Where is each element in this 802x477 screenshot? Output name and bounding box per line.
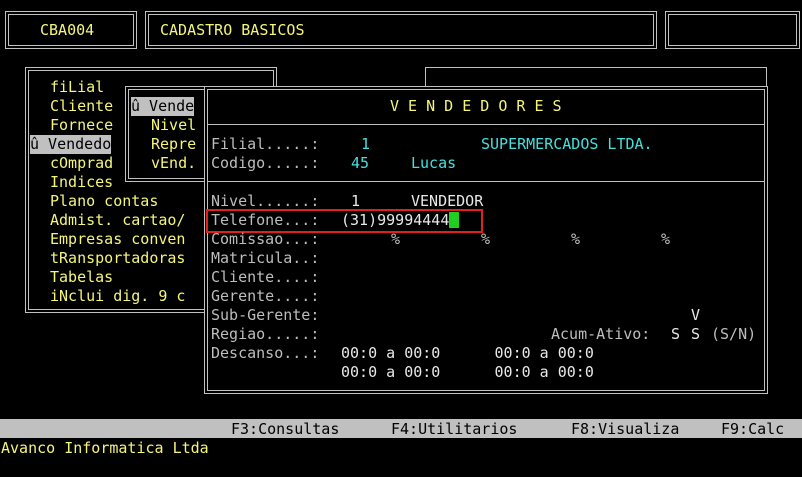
gerente-label: Gerente....: [211,287,320,305]
submenu-item-nivel[interactable]: Nivel [151,116,196,135]
menu-item-fornecedor[interactable]: Fornece [50,116,113,135]
window-divider-1 [207,124,764,125]
f4-utilitarios-key[interactable]: F4:Utilitarios [391,420,517,439]
acum-ativo-hint: (S/N) [711,325,757,343]
menu-item-vendedor[interactable]: û Vendedo [30,135,112,154]
menu-item-admist-cartao[interactable]: Admist. cartao/ [50,211,185,230]
descanso-row-1[interactable]: 00:0 a 00:0 00:0 a 00:0 [341,344,594,363]
f8-visualiza-key[interactable]: F8:Visualiza [571,420,679,439]
acum-ativo-value-2[interactable]: S [691,325,700,344]
filial-label: Filial.....: [211,135,320,153]
cliente-label: Cliente....: [211,268,320,286]
right-background-frame [425,67,767,88]
subgerente-flag[interactable]: V [691,306,700,325]
comissao-label: Comissao...: [211,230,320,248]
submenu-item-vend[interactable]: vEnd. [151,154,196,173]
submenu-item-representante[interactable]: Repre [151,135,196,154]
menu-item-plano-contas[interactable]: Plano contas [50,192,158,211]
menu-item-indices[interactable]: Indices [50,173,113,192]
subgerente-label: Sub-Gerente: [211,306,320,324]
codigo-name: Lucas [411,154,457,172]
f3-consultas-key[interactable]: F3:Consultas [231,420,339,439]
menu-item-comprador[interactable]: cOmprad [50,154,113,173]
menu-item-inclui-dig[interactable]: iNclui dig. 9 c [50,287,185,306]
descanso-label: Descanso...: [211,344,320,362]
comissao-pct-4[interactable]: % [661,230,670,249]
company-name: Avanco Informatica Ltda [1,439,209,457]
window-title: V E N D E D O R E S [390,97,562,115]
matricula-label: Matricula..: [211,249,320,267]
submenu-item-vendedor[interactable]: û Vende [131,97,195,116]
filial-value: 1 [361,135,371,153]
codigo-value: 45 [351,154,370,172]
menu-item-cliente[interactable]: Cliente [50,97,113,116]
menu-item-tabelas[interactable]: Tabelas [50,268,113,287]
filial-name: SUPERMERCADOS LTDA. [481,135,653,153]
window-divider-2 [207,181,764,182]
header-empty-box [665,11,800,49]
menu-item-filial[interactable]: fiLial [50,78,104,97]
acum-ativo-label: Acum-Ativo: [551,325,651,343]
comissao-pct-1[interactable]: % [391,230,400,249]
regiao-label: Regiao.....: [211,325,320,343]
acum-ativo-value-1[interactable]: S [671,325,680,344]
menu-item-empresas-conven[interactable]: Empresas conven [50,230,185,249]
codigo-label: Codigo.....: [211,154,320,172]
comissao-pct-3[interactable]: % [571,230,580,249]
comissao-pct-2[interactable]: % [481,230,490,249]
descanso-row-2[interactable]: 00:0 a 00:0 00:0 a 00:0 [341,363,594,382]
f9-calc-key[interactable]: F9:Calc [721,420,784,439]
screen-title: CADASTRO BASICOS [160,21,305,39]
function-key-bar: F3:Consultas F4:Utilitarios F8:Visualiza… [0,419,802,438]
menu-item-transportadoras[interactable]: tRansportadoras [50,249,185,268]
program-code: CBA004 [40,21,95,39]
